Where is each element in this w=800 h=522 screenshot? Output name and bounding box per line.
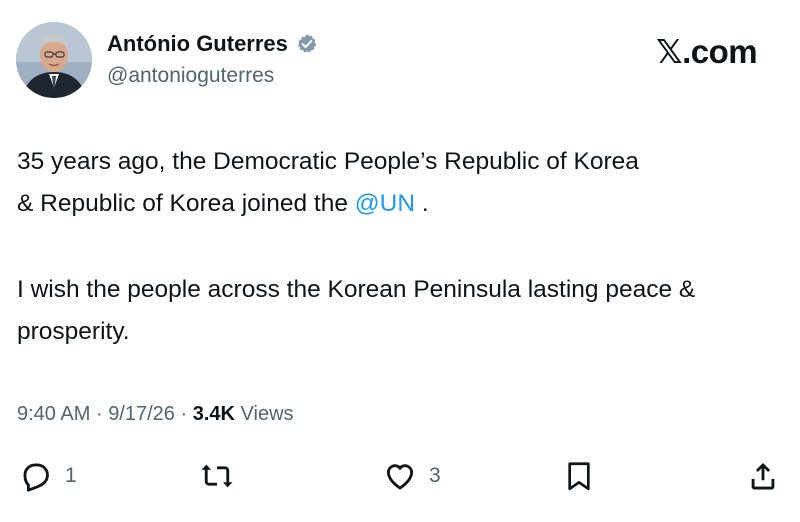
tweet-meta: 9:40 AM · 9/17/26 · 3.4K Views <box>17 400 294 428</box>
reply-button[interactable]: 1 <box>19 456 77 496</box>
mention-link[interactable]: @UN <box>355 190 415 217</box>
meta-separator: · <box>95 403 103 425</box>
tweet-line-2-suffix: . <box>415 190 429 217</box>
tweet-line-1: 35 years ago, the Democratic People’s Re… <box>17 148 639 175</box>
views-label: Views <box>240 403 294 425</box>
tweet-date[interactable]: 9/17/26 <box>108 403 175 425</box>
heart-icon <box>386 464 414 490</box>
share-icon <box>751 462 775 490</box>
like-count: 3 <box>429 464 441 487</box>
reply-icon <box>23 463 49 492</box>
avatar-image <box>16 22 92 98</box>
share-button[interactable] <box>746 456 780 496</box>
avatar[interactable] <box>16 22 92 98</box>
tweet-line-2-prefix: & Republic of Korea joined the <box>17 190 355 217</box>
x-com-logo: 𝕏.com <box>656 33 758 70</box>
bookmark-icon <box>568 462 590 491</box>
bookmark-button[interactable] <box>563 456 595 496</box>
author-handle[interactable]: @antonioguterres <box>107 62 274 90</box>
tweet-time[interactable]: 9:40 AM <box>17 403 90 425</box>
views-count: 3.4K <box>192 403 235 425</box>
repost-icon <box>201 464 233 488</box>
reply-count: 1 <box>65 464 77 487</box>
verified-badge-icon <box>296 33 318 55</box>
tweet-paragraph-1: 35 years ago, the Democratic People’s Re… <box>17 141 787 225</box>
author-name[interactable]: António Guterres <box>107 30 288 58</box>
repost-button[interactable] <box>199 456 235 496</box>
tweet-text: 35 years ago, the Democratic People’s Re… <box>17 141 787 353</box>
meta-separator: · <box>180 403 188 425</box>
like-button[interactable]: 3 <box>383 456 441 496</box>
tweet-paragraph-2: I wish the people across the Korean Peni… <box>17 276 696 345</box>
author-name-row[interactable]: António Guterres <box>107 30 318 58</box>
